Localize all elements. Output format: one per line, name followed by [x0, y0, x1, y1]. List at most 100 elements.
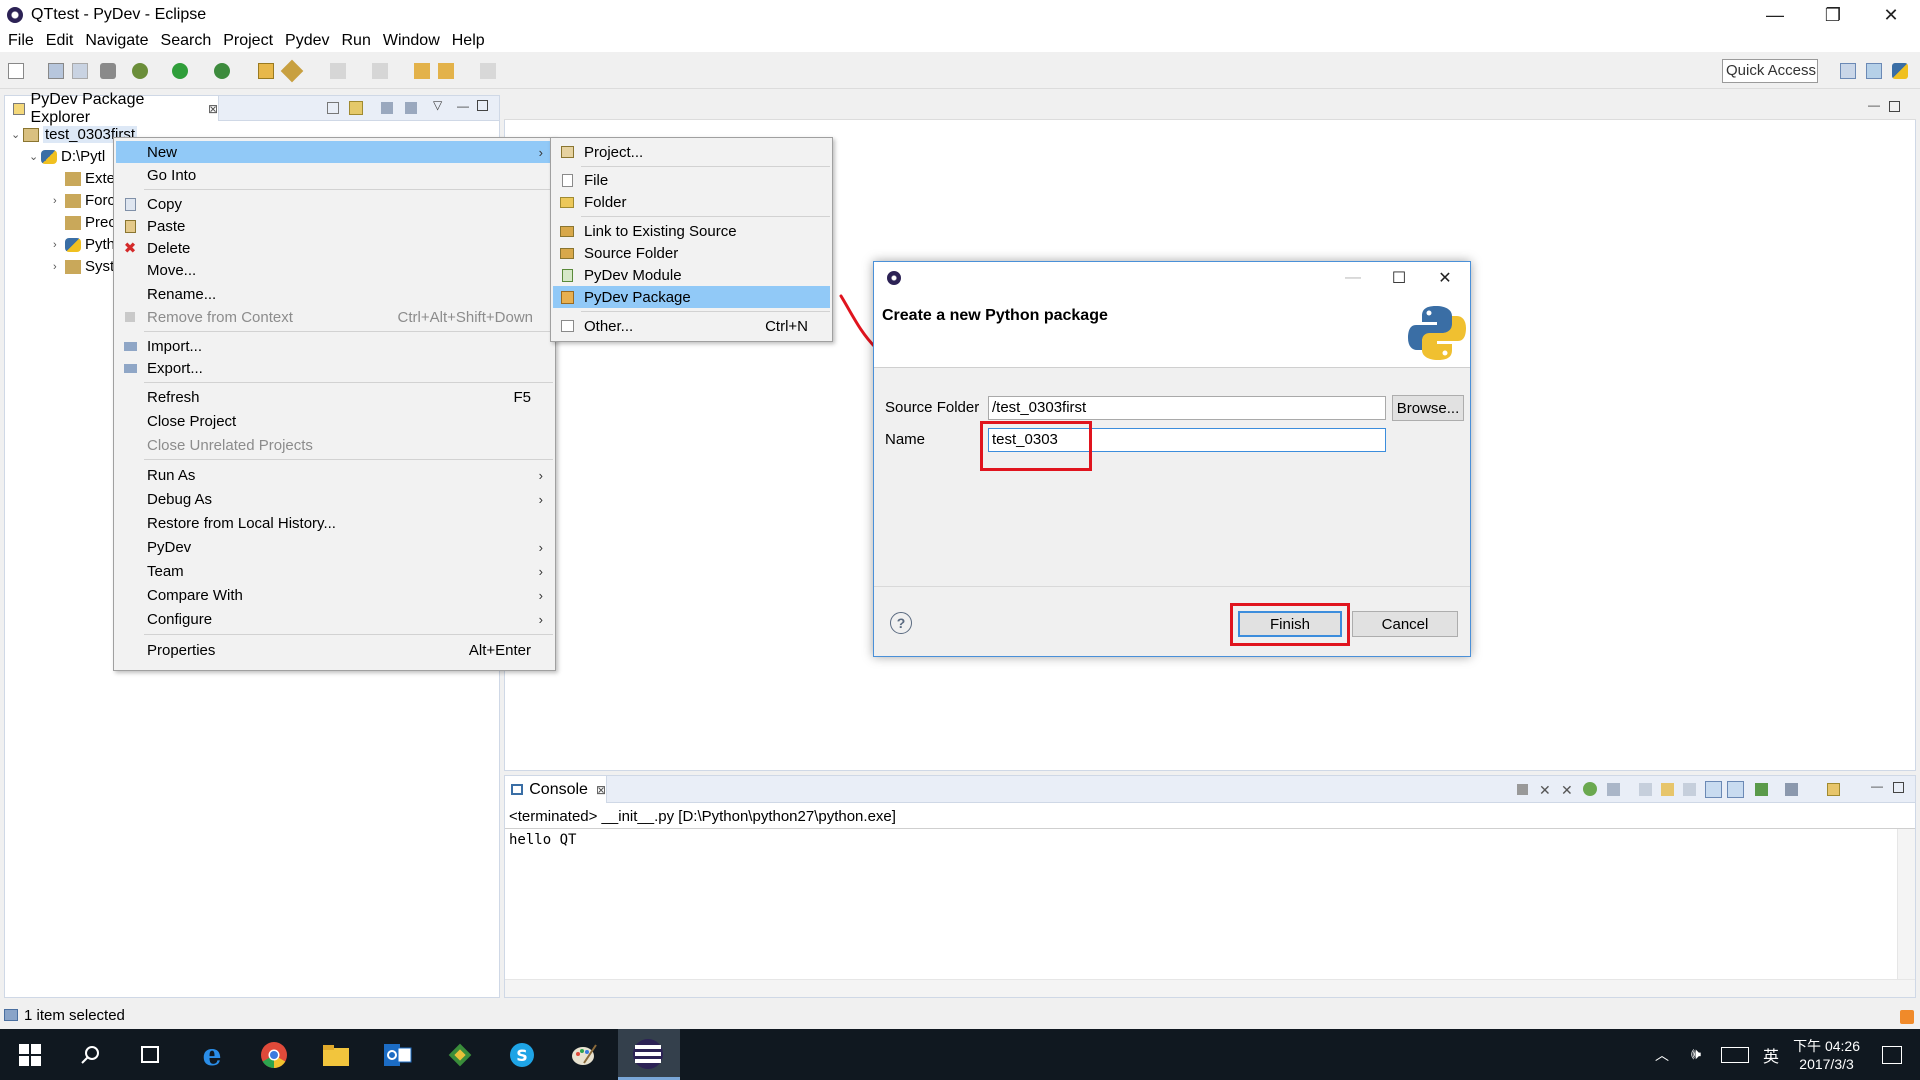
- open-console-icon[interactable]: [1785, 783, 1798, 796]
- console-output[interactable]: hello QT: [509, 832, 576, 848]
- submenu-item-source-folder[interactable]: Source Folder: [553, 242, 830, 264]
- menu-item-pydev[interactable]: PyDev ›: [116, 536, 553, 558]
- tree-item-external[interactable]: Exte: [53, 168, 115, 189]
- windows-start-icon[interactable]: [14, 1039, 46, 1071]
- menu-edit[interactable]: Edit: [40, 32, 80, 50]
- keyboard-icon[interactable]: [1721, 1046, 1750, 1063]
- collapse-all-icon[interactable]: [327, 102, 339, 114]
- menu-item-run-as[interactable]: Run As ›: [116, 464, 553, 486]
- vertical-scrollbar[interactable]: [1897, 829, 1915, 981]
- menu-pydev[interactable]: Pydev: [279, 32, 335, 50]
- chevron-down-icon[interactable]: ⌄: [11, 128, 23, 141]
- menu-search[interactable]: Search: [155, 32, 218, 50]
- action-center-icon[interactable]: [1882, 1045, 1902, 1064]
- display-console-icon[interactable]: [1755, 783, 1768, 796]
- forward-icon[interactable]: [480, 63, 496, 79]
- filter-icon[interactable]: [381, 102, 393, 114]
- menu-navigate[interactable]: Navigate: [79, 32, 154, 50]
- next-annotation-icon[interactable]: [330, 63, 346, 79]
- quick-access-input[interactable]: Quick Access: [1722, 59, 1818, 83]
- new-icon[interactable]: [8, 63, 24, 79]
- run-icon[interactable]: [172, 63, 188, 79]
- chevron-right-icon[interactable]: ›: [53, 239, 65, 251]
- submenu-item-pydev-module[interactable]: PyDev Module: [553, 264, 830, 286]
- debug-icon[interactable]: [132, 63, 148, 79]
- maximize-editor-icon[interactable]: [1889, 101, 1900, 112]
- restore-button[interactable]: ❐: [1804, 0, 1862, 30]
- minimize-editor-icon[interactable]: —: [1868, 98, 1880, 112]
- console-tab[interactable]: Console ⊠: [505, 776, 607, 803]
- menu-item-copy[interactable]: Copy: [116, 193, 553, 215]
- menu-run[interactable]: Run: [335, 32, 376, 50]
- prev-annotation-icon[interactable]: [372, 63, 388, 79]
- menu-item-new[interactable]: New ›: [116, 141, 553, 163]
- edge-icon[interactable]: e: [196, 1038, 228, 1073]
- menu-item-configure[interactable]: Configure ›: [116, 608, 553, 630]
- minimize-view-icon[interactable]: —: [1871, 779, 1883, 793]
- menu-item-team[interactable]: Team ›: [116, 560, 553, 582]
- git-icon[interactable]: [444, 1039, 476, 1071]
- menu-item-delete[interactable]: ✖ Delete: [116, 237, 553, 259]
- menu-item-rename[interactable]: Rename...: [116, 283, 553, 305]
- maximize-view-icon[interactable]: [477, 100, 488, 111]
- focus-icon[interactable]: [405, 102, 417, 114]
- chrome-icon[interactable]: [258, 1039, 290, 1071]
- horizontal-scrollbar[interactable]: [505, 979, 1915, 997]
- menu-item-paste[interactable]: Paste: [116, 215, 553, 237]
- file-explorer-icon[interactable]: [320, 1039, 352, 1071]
- open-perspective-icon[interactable]: [1840, 63, 1856, 79]
- tree-item-system[interactable]: › Syst: [53, 256, 114, 277]
- link-editor-icon[interactable]: [349, 101, 363, 115]
- menu-item-properties[interactable]: Properties Alt+Enter: [116, 639, 553, 661]
- pydev-perspective-icon[interactable]: [1892, 63, 1908, 79]
- open-folder-icon[interactable]: [258, 63, 274, 79]
- submenu-item-other[interactable]: Other... Ctrl+N: [553, 315, 830, 337]
- taskbar-clock[interactable]: 下午 04:26 2017/3/3: [1793, 1037, 1860, 1073]
- clear-console-icon[interactable]: [1607, 783, 1620, 796]
- submenu-item-file[interactable]: File: [553, 169, 830, 191]
- volume-icon[interactable]: 🕪: [1691, 1046, 1701, 1064]
- menu-item-close-project[interactable]: Close Project: [116, 410, 553, 432]
- menu-item-remove-from-context[interactable]: Remove from Context Ctrl+Alt+Shift+Down: [116, 306, 553, 328]
- pin-console-icon[interactable]: [1727, 781, 1744, 798]
- scroll-lock-icon[interactable]: [1639, 783, 1652, 796]
- java-perspective-icon[interactable]: [1866, 63, 1882, 79]
- paint-icon[interactable]: [568, 1039, 600, 1071]
- last-edit-icon[interactable]: [414, 63, 430, 79]
- chevron-down-icon[interactable]: ⌄: [29, 150, 41, 163]
- dialog-maximize-button[interactable]: ☐: [1376, 262, 1422, 294]
- menu-item-compare-with[interactable]: Compare With ›: [116, 584, 553, 606]
- menu-item-go-into[interactable]: Go Into: [116, 164, 553, 186]
- tree-item-python[interactable]: › Pyth: [53, 234, 115, 255]
- remove-all-icon[interactable]: ✕: [1561, 782, 1573, 799]
- new-console-icon[interactable]: [1827, 783, 1840, 796]
- menu-help[interactable]: Help: [446, 32, 491, 50]
- word-wrap-icon[interactable]: [1661, 783, 1674, 796]
- close-button[interactable]: ✕: [1862, 0, 1920, 30]
- show-hidden-icons-icon[interactable]: ︿: [1655, 1045, 1669, 1065]
- maximize-view-icon[interactable]: [1893, 782, 1904, 793]
- chevron-right-icon[interactable]: ›: [53, 261, 65, 273]
- back-icon[interactable]: [438, 63, 454, 79]
- submenu-item-project[interactable]: Project...: [553, 141, 830, 163]
- dialog-close-button[interactable]: ✕: [1422, 262, 1468, 294]
- remove-launch-icon[interactable]: ✕: [1539, 782, 1551, 799]
- menu-project[interactable]: Project: [217, 32, 279, 50]
- terminate-icon[interactable]: [1517, 784, 1528, 795]
- submenu-item-link-source[interactable]: Link to Existing Source: [553, 220, 830, 242]
- source-folder-field[interactable]: /test_0303first: [988, 396, 1386, 420]
- chevron-right-icon[interactable]: ›: [53, 195, 65, 207]
- outlook-icon[interactable]: [382, 1039, 414, 1071]
- menu-item-refresh[interactable]: Refresh F5: [116, 386, 553, 408]
- menu-item-move[interactable]: Move...: [116, 259, 553, 281]
- menu-item-restore-history[interactable]: Restore from Local History...: [116, 512, 553, 534]
- interactive-console-icon[interactable]: [1583, 782, 1597, 796]
- search-icon[interactable]: [74, 1039, 106, 1071]
- show-stderr-icon[interactable]: [1705, 781, 1722, 798]
- skype-icon[interactable]: S: [506, 1039, 538, 1071]
- ime-indicator[interactable]: 英: [1763, 1043, 1779, 1067]
- minimize-view-icon[interactable]: —: [457, 99, 469, 113]
- print-icon[interactable]: [100, 63, 116, 79]
- menu-file[interactable]: File: [2, 32, 40, 50]
- cancel-button[interactable]: Cancel: [1352, 611, 1458, 637]
